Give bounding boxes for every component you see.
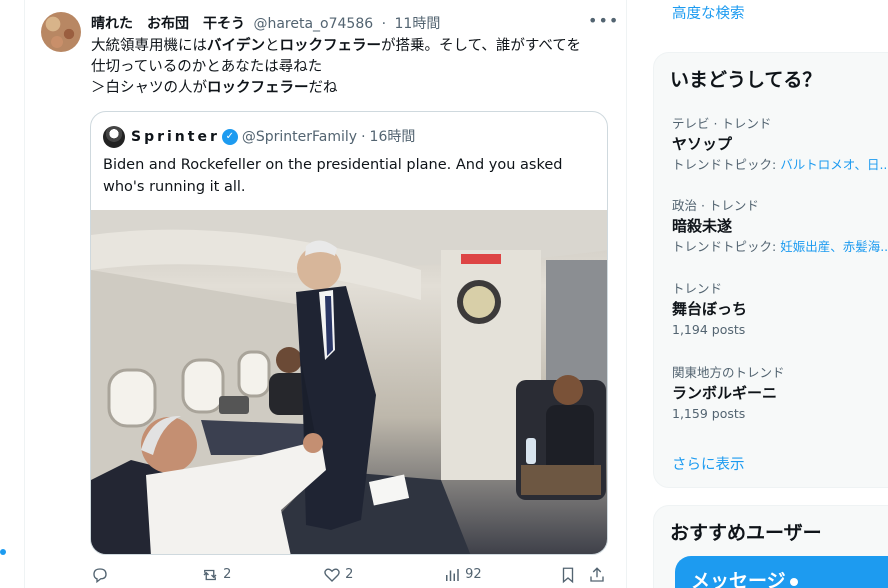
- share-button[interactable]: [588, 564, 606, 586]
- trend-related: トレンドトピック: 妊娠出産、赤髪海...: [672, 238, 888, 256]
- trend-item[interactable]: トレンド 舞台ぼっち 1,194 posts: [672, 280, 888, 339]
- trend-related-label: トレンドトピック:: [672, 239, 781, 254]
- unread-dot: [789, 577, 798, 586]
- author-name[interactable]: 晴れた お布団 干そう: [91, 16, 245, 32]
- trend-post-count: 1,194 posts: [672, 322, 746, 337]
- photo-illustration: [91, 210, 607, 554]
- share-icon: [590, 566, 604, 582]
- trend-post-count: 1,159 posts: [672, 406, 746, 421]
- text-fragment: ＞白シャツの人が: [91, 80, 207, 96]
- bookmark-icon: [562, 567, 574, 583]
- messages-text: メッセージ: [691, 570, 786, 588]
- trend-related-links[interactable]: 妊娠出産、赤髪海...: [780, 239, 888, 254]
- tweet-actions: 2 2 92: [91, 564, 611, 586]
- timeline: 晴れた お布団 干そう @hareta_o74586 · 11時間 ••• 大統…: [24, 0, 627, 588]
- tweet-text-line: ＞白シャツの人がロックフェラーだね: [91, 78, 611, 99]
- separator-dot: ·: [361, 129, 366, 145]
- who-to-follow-title: おすすめユーザー: [670, 522, 822, 544]
- quote-author-name: Sprinter: [131, 129, 220, 145]
- retweet-icon: [203, 569, 217, 580]
- quote-text: Biden and Rockefeller on the presidentia…: [103, 157, 563, 195]
- tweet[interactable]: 晴れた お布団 干そう @hareta_o74586 · 11時間 ••• 大統…: [25, 0, 628, 588]
- avatar[interactable]: [41, 12, 81, 52]
- trend-meta: 政治 · トレンド: [672, 198, 759, 213]
- tweet-text-line: 大統領専用機にはバイデンとロックフェラーが搭乗。そして、誰がすべてを: [91, 36, 611, 57]
- tweet-header: 晴れた お布団 干そう @hareta_o74586 · 11時間: [91, 13, 611, 33]
- analytics-icon: [446, 568, 459, 581]
- trends-panel: いまどうしてる？ テレビ · トレンド ヤソップ トレンドトピック: バルトロメ…: [653, 52, 888, 488]
- more-options-icon[interactable]: •••: [588, 12, 618, 32]
- quote-handle: @SprinterFamily: [241, 129, 358, 145]
- tweet-text: 大統領専用機にはバイデンとロックフェラーが搭乗。そして、誰がすべてを 仕切ってい…: [91, 36, 611, 99]
- view-count: 92: [465, 567, 482, 582]
- like-count: 2: [345, 567, 354, 582]
- messages-label: メッセージ: [691, 566, 798, 588]
- text-bold: ロックフェラー: [207, 80, 309, 96]
- trends-title: いまどうしてる？: [670, 69, 822, 91]
- tweet-time[interactable]: 11時間: [395, 16, 441, 32]
- text-fragment: が搭乗。そして、誰がすべてを: [381, 38, 581, 54]
- trend-item[interactable]: 関東地方のトレンド ランボルギーニ 1,159 posts: [672, 364, 888, 423]
- trend-related-label: トレンドトピック:: [672, 157, 781, 172]
- text-fragment: 大統領専用機には: [91, 38, 207, 54]
- quote-avatar: [103, 126, 125, 148]
- right-sidebar: 高度な検索 いまどうしてる？ テレビ · トレンド ヤソップ トレンドトピック:…: [653, 0, 888, 588]
- heart-icon: [324, 568, 340, 582]
- author-handle[interactable]: @hareta_o74586: [253, 16, 373, 32]
- tweet-photo[interactable]: [91, 210, 607, 554]
- text-bold: ロックフェラー: [279, 38, 382, 54]
- advanced-search-link[interactable]: 高度な検索: [672, 2, 745, 23]
- messages-drawer[interactable]: メッセージ: [675, 556, 888, 588]
- retweet-button[interactable]: 2: [201, 564, 231, 586]
- retweet-count: 2: [223, 567, 232, 582]
- trend-meta: テレビ · トレンド: [672, 116, 772, 131]
- bookmark-button[interactable]: [559, 564, 577, 586]
- trend-meta: トレンド: [672, 281, 723, 296]
- like-button[interactable]: 2: [323, 564, 353, 586]
- trend-meta: 関東地方のトレンド: [672, 365, 785, 380]
- trend-item[interactable]: 政治 · トレンド 暗殺未遂 トレンドトピック: 妊娠出産、赤髪海...: [672, 197, 888, 256]
- trend-related: トレンドトピック: バルトロメオ、日...: [672, 156, 888, 174]
- trend-title: 暗殺未遂: [672, 217, 733, 235]
- text-bold: バイデン: [207, 38, 265, 54]
- reply-icon: [93, 567, 107, 583]
- reply-button[interactable]: [91, 564, 109, 586]
- nav-indicator-dot: [0, 549, 6, 555]
- quote-header: Sprinter ✓ @SprinterFamily · 16時間: [103, 126, 415, 148]
- trend-title: ランボルギーニ: [672, 384, 778, 402]
- text-fragment: だね: [308, 80, 338, 96]
- show-more-link[interactable]: さらに表示: [672, 453, 745, 474]
- verified-badge-icon: ✓: [221, 129, 238, 145]
- quoted-tweet[interactable]: Sprinter ✓ @SprinterFamily · 16時間 Biden and …: [90, 111, 608, 555]
- separator-dot: ·: [381, 16, 387, 32]
- tweet-text-line: 仕切っているのかとあなたは尋ねた: [91, 59, 323, 75]
- trend-title: ヤソップ: [672, 135, 733, 153]
- text-fragment: と: [265, 38, 280, 54]
- trend-item[interactable]: テレビ · トレンド ヤソップ トレンドトピック: バルトロメオ、日...: [672, 115, 888, 174]
- views-button[interactable]: 92: [443, 564, 482, 586]
- trend-title: 舞台ぼっち: [672, 300, 748, 318]
- trend-related-links[interactable]: バルトロメオ、日...: [780, 157, 888, 172]
- quote-time: 16時間: [369, 129, 416, 145]
